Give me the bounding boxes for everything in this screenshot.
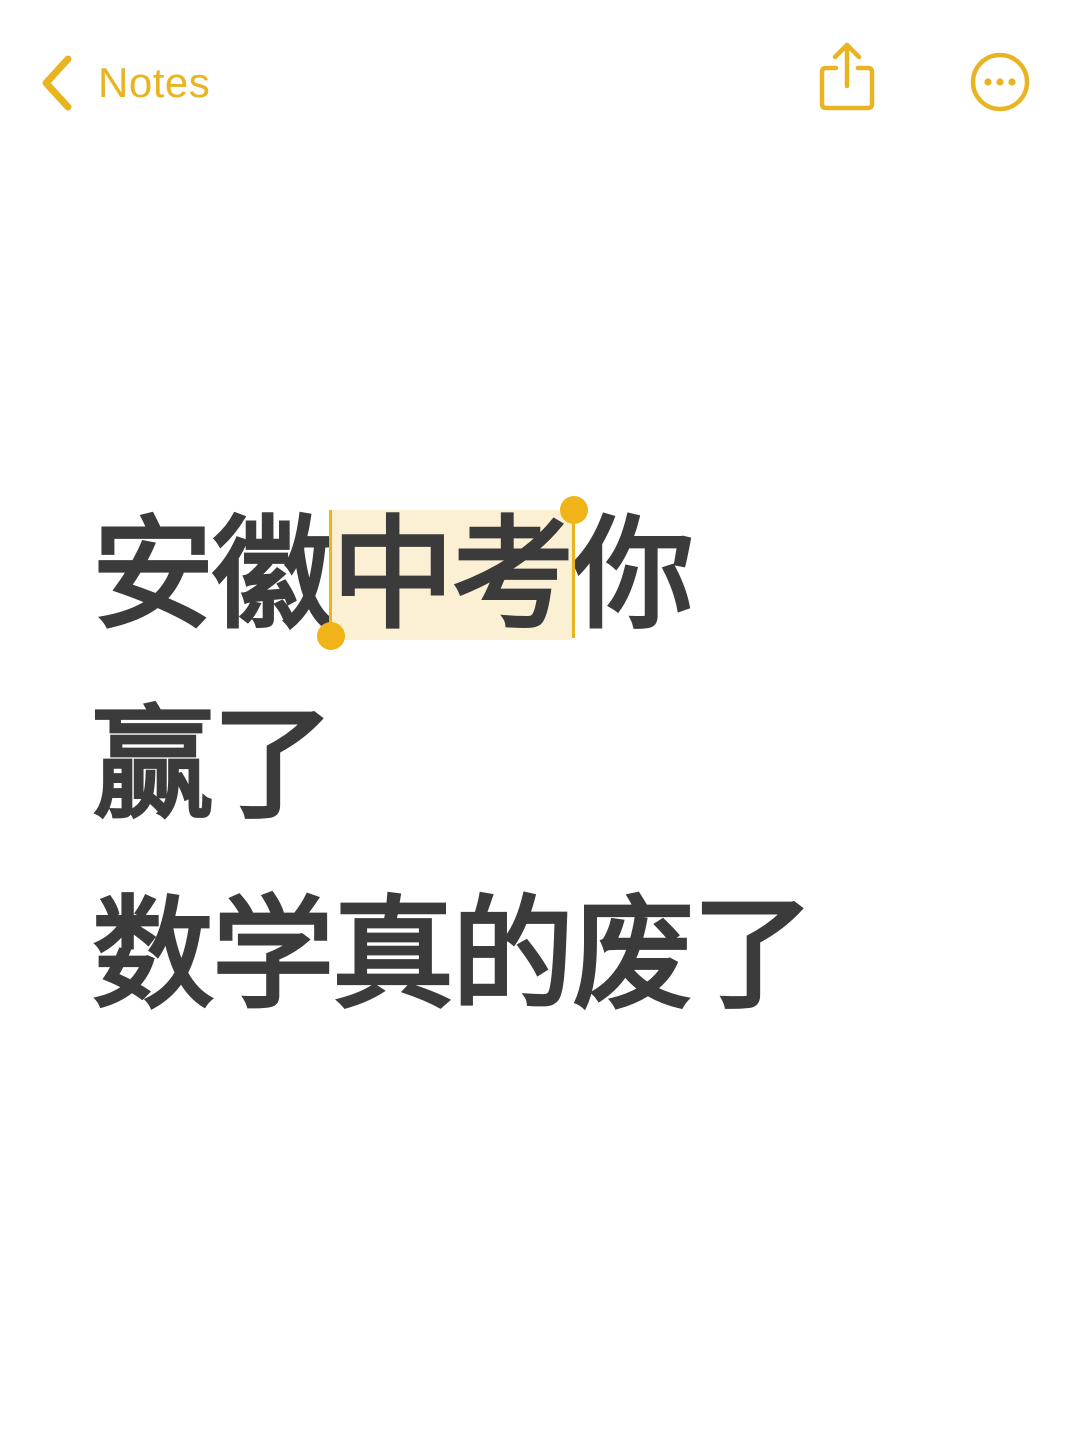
note-body[interactable]: 安徽 中考你 赢了 数学真的废了 (92, 480, 992, 1050)
note-line-3: 数学真的废了 (92, 884, 814, 1026)
more-button[interactable] (968, 50, 1032, 114)
note-text: 你 (572, 504, 694, 646)
back-button-label: Notes (98, 59, 211, 106)
selected-text: 中考 (332, 504, 574, 646)
selection-end-knob[interactable] (560, 496, 588, 524)
text-selection[interactable]: 中考 (317, 496, 588, 650)
selection-start-handle[interactable] (317, 510, 345, 650)
note-text: 安徽 (92, 504, 334, 646)
chevron-left-icon (42, 55, 72, 111)
share-icon (819, 42, 875, 111)
navigation-bar: Notes (0, 0, 1080, 170)
selection-end-handle[interactable] (560, 496, 588, 638)
share-button[interactable] (814, 40, 880, 114)
ellipsis-circle-icon (970, 52, 1030, 112)
note-line-1: 安徽 中考你 (92, 480, 992, 670)
selection-start-knob[interactable] (317, 622, 345, 650)
back-button[interactable]: Notes (36, 48, 210, 118)
note-line-2: 赢了 (92, 694, 334, 836)
